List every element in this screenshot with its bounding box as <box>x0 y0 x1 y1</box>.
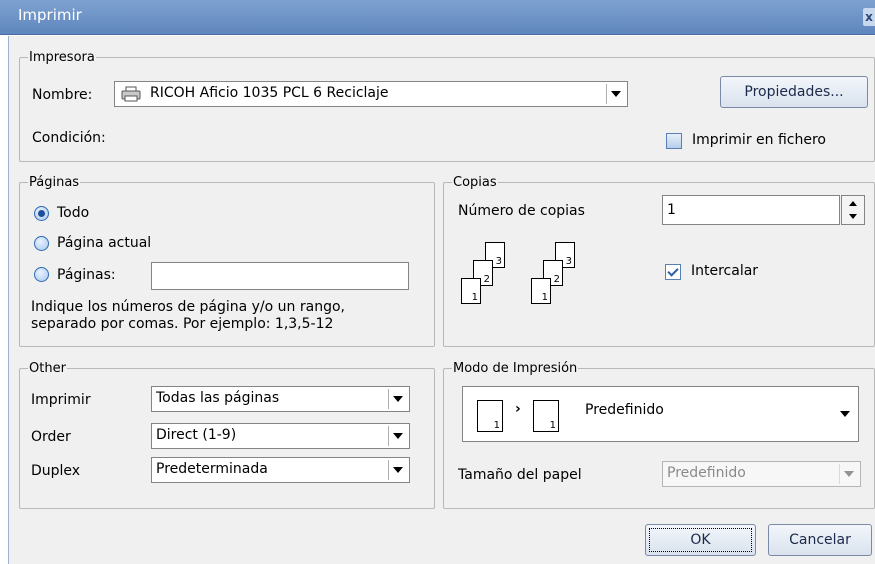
close-icon[interactable]: x <box>863 8 875 26</box>
print-to-file-checkbox[interactable] <box>666 133 682 149</box>
collate-stack1-page1: 1 <box>461 278 481 304</box>
other-duplex-label: Duplex <box>31 463 81 479</box>
other-duplex-value: Predeterminada <box>156 461 268 477</box>
print-mode-target-page-icon: 1 <box>533 400 559 432</box>
other-duplex-select[interactable]: Predeterminada <box>151 457 410 483</box>
print-mode-legend: Modo de Impresión <box>453 361 578 376</box>
other-print-label: Imprimir <box>31 392 91 408</box>
pages-hint-line1: Indique los números de página y/o un ran… <box>31 299 345 315</box>
copies-legend: Copias <box>453 175 497 190</box>
paper-size-value: Predefinido <box>667 465 746 481</box>
radio-page-range-label: Páginas: <box>57 267 116 283</box>
other-order-label: Order <box>31 429 71 445</box>
properties-button[interactable]: Propiedades... <box>720 76 868 108</box>
print-dialog: Impresora Nombre: RICOH Aficio 1035 PCL … <box>8 36 875 564</box>
cancel-button[interactable]: Cancelar <box>768 524 872 556</box>
stepper-down-icon[interactable] <box>849 214 857 219</box>
radio-all-pages[interactable] <box>34 206 49 221</box>
chevron-down-icon[interactable] <box>840 411 850 417</box>
chevron-down-icon[interactable] <box>839 464 858 484</box>
print-mode-value: Predefinido <box>585 402 664 418</box>
printer-icon <box>121 86 141 102</box>
other-legend: Other <box>29 361 66 376</box>
radio-page-range[interactable] <box>34 267 49 282</box>
status-label: Condición: <box>32 130 106 146</box>
radio-all-pages-label: Todo <box>57 205 90 221</box>
chevron-down-icon[interactable] <box>388 389 407 409</box>
copies-count-input[interactable]: 1 <box>662 195 840 225</box>
paper-size-select[interactable]: Predefinido <box>662 461 861 487</box>
copies-stepper[interactable] <box>841 195 865 225</box>
radio-current-page[interactable] <box>34 236 49 251</box>
printer-name-select[interactable]: RICOH Aficio 1035 PCL 6 Reciclaje <box>114 81 628 107</box>
paper-size-label: Tamaño del papel <box>458 467 582 483</box>
chevron-down-icon[interactable] <box>606 84 625 104</box>
ok-button[interactable]: OK <box>645 524 756 556</box>
radio-current-page-label: Página actual <box>57 235 152 251</box>
printer-name-label: Nombre: <box>32 87 93 103</box>
copies-count-value: 1 <box>667 202 676 218</box>
chevron-down-icon[interactable] <box>388 426 407 446</box>
collate-label: Intercalar <box>691 263 759 279</box>
title-bar: Imprimir x <box>0 0 875 35</box>
chevron-down-icon[interactable] <box>388 460 407 480</box>
copies-count-label: Número de copias <box>458 203 585 219</box>
other-print-select[interactable]: Todas las páginas <box>151 386 410 412</box>
other-print-value: Todas las páginas <box>156 390 280 406</box>
collate-checkbox[interactable] <box>665 264 681 280</box>
page-range-input[interactable] <box>151 262 409 290</box>
pages-hint-line2: separado por comas. Por ejemplo: 1,3,5-1… <box>31 316 334 332</box>
printer-name-value: RICOH Aficio 1035 PCL 6 Reciclaje <box>150 85 389 101</box>
print-to-file-label: Imprimir en fichero <box>692 132 826 148</box>
arrow-right-icon: › <box>515 401 521 417</box>
stepper-up-icon[interactable] <box>849 201 857 206</box>
collate-stack2-page1: 1 <box>531 278 551 304</box>
other-order-select[interactable]: Direct (1-9) <box>151 423 410 449</box>
print-mode-source-page-icon: 1 <box>477 400 503 432</box>
other-order-value: Direct (1-9) <box>156 427 237 443</box>
pages-legend: Páginas <box>29 175 80 190</box>
collate-illustration: 3 2 1 3 2 1 <box>459 242 579 330</box>
printer-legend: Impresora <box>29 50 95 65</box>
window-title: Imprimir <box>18 6 82 24</box>
print-mode-select[interactable]: 1 › 1 Predefinido <box>462 386 859 442</box>
